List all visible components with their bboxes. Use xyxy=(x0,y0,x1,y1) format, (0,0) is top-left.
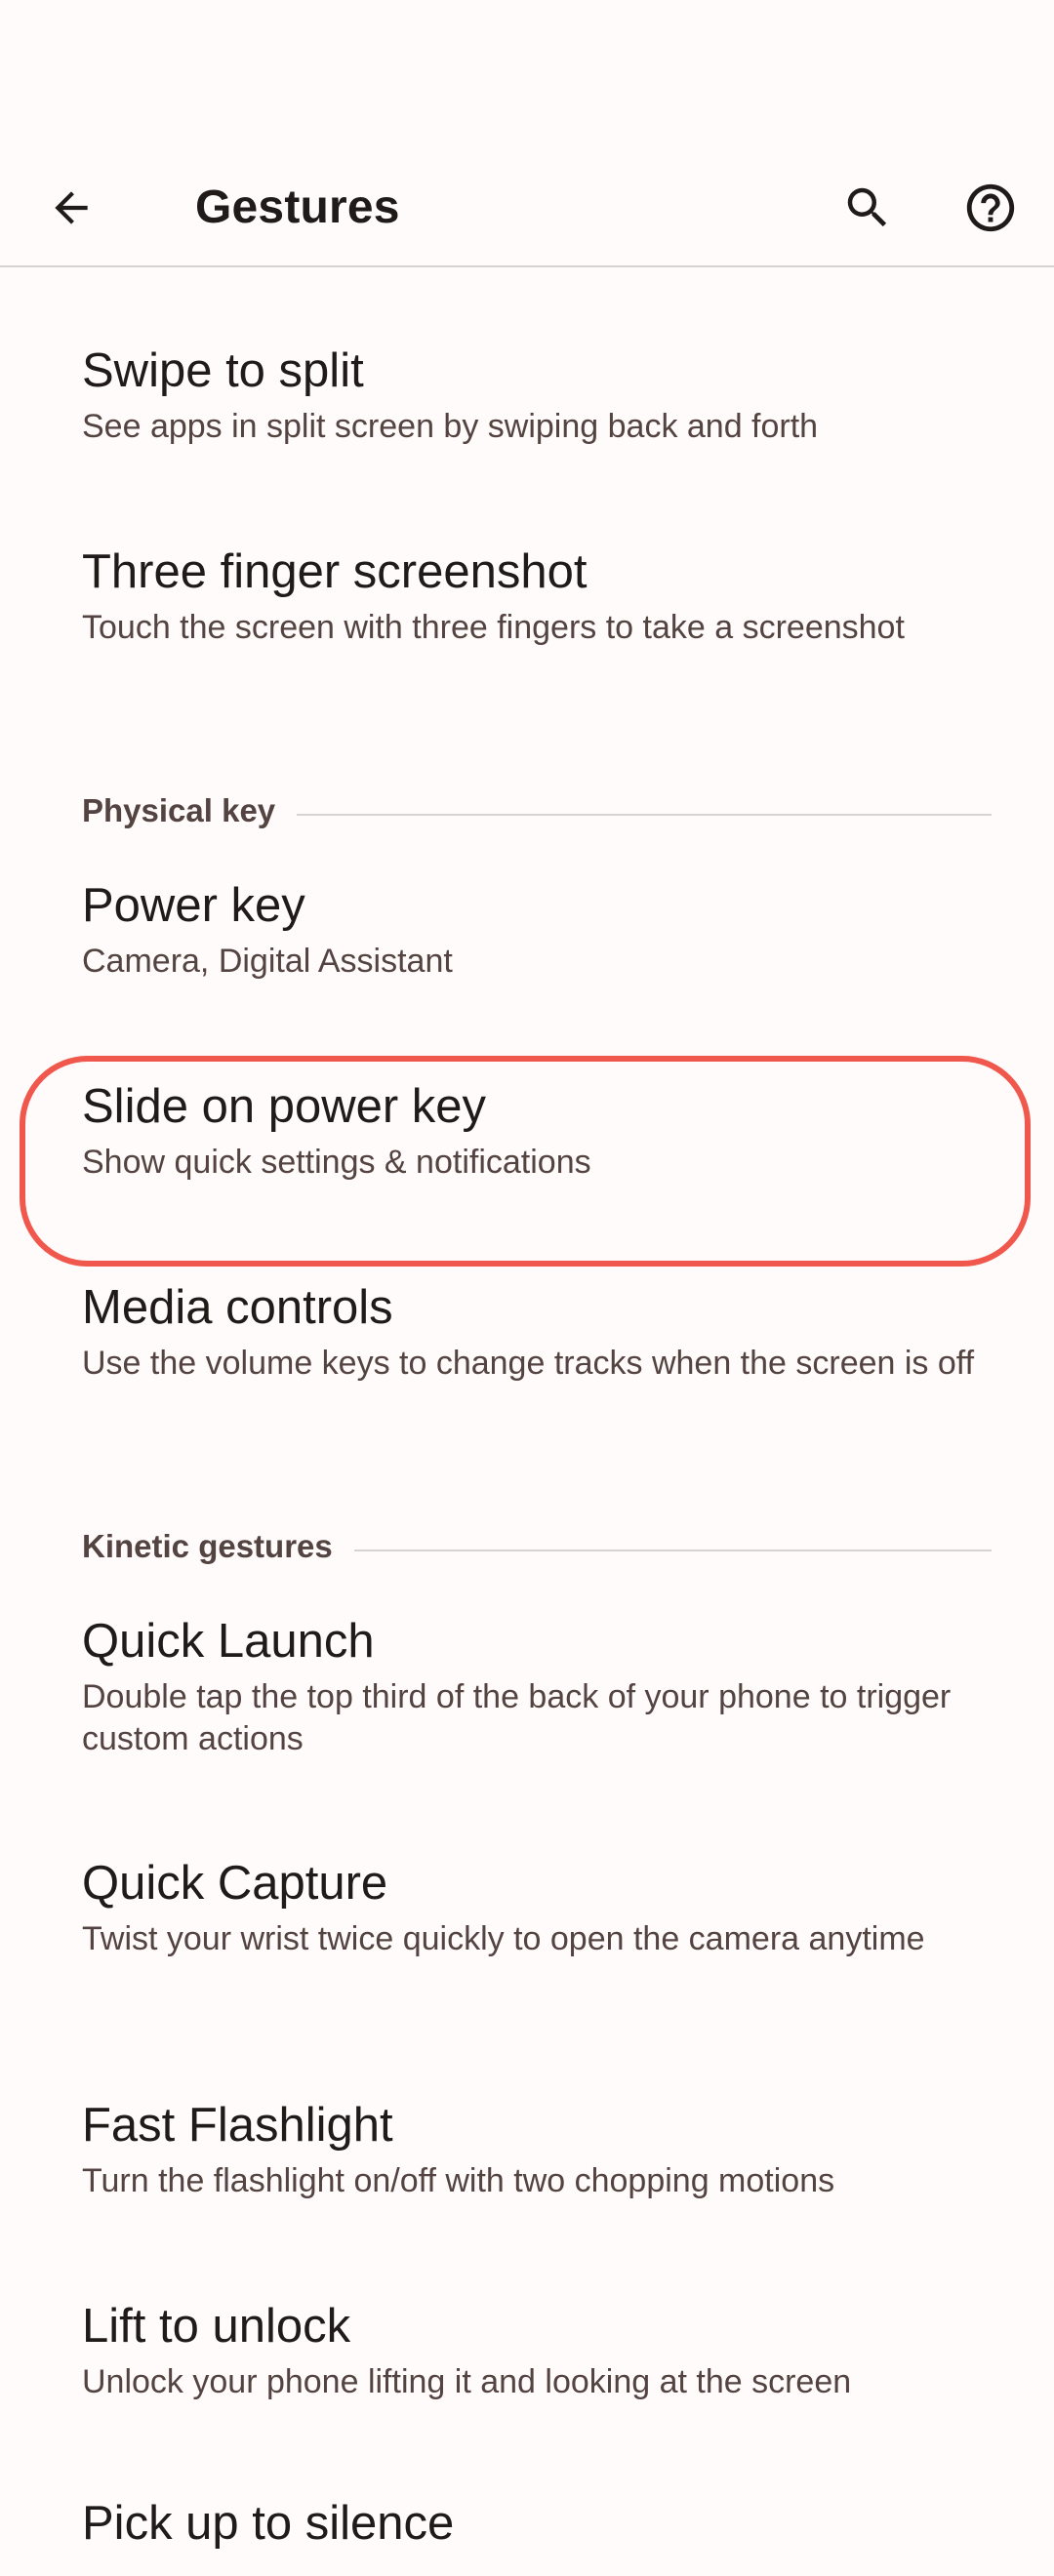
item-subtitle: Double tap the top third of the back of … xyxy=(82,1678,952,1757)
arrow-back-icon xyxy=(55,191,88,224)
item-subtitle: Camera, Digital Assistant xyxy=(82,943,453,980)
section-header-kinetic-gestures: Kinetic gestures xyxy=(0,1520,1054,1579)
item-title: Swipe to split xyxy=(82,344,364,397)
search-icon xyxy=(847,187,887,227)
help-button[interactable] xyxy=(949,166,1033,250)
item-title: Three finger screenshot xyxy=(82,545,588,598)
item-title: Pick up to silence xyxy=(82,2497,455,2550)
section-divider xyxy=(345,1550,992,1551)
list-item-pick-up-to-silence[interactable]: Pick up to silence xyxy=(0,2488,1054,2576)
item-title: Media controls xyxy=(82,1281,393,1334)
item-title: Slide on power key xyxy=(82,1080,487,1133)
section-divider xyxy=(283,814,992,816)
item-subtitle: Use the volume keys to change tracks whe… xyxy=(82,1345,975,1382)
app-bar: Gestures xyxy=(0,137,1054,267)
item-subtitle: Unlock your phone lifting it and looking… xyxy=(82,2363,852,2400)
page-title: Gestures xyxy=(195,181,400,233)
item-subtitle: Show quick settings & notifications xyxy=(82,1144,591,1181)
help-circle-icon xyxy=(966,183,1015,232)
item-title: Power key xyxy=(82,879,305,932)
list-item-quick-capture[interactable]: Quick Capture Twist your wrist twice qui… xyxy=(0,1848,1054,2033)
item-title: Quick Launch xyxy=(82,1615,375,1668)
section-label: Physical key xyxy=(82,792,298,829)
list-item-fast-flashlight[interactable]: Fast Flashlight Turn the flashlight on/o… xyxy=(0,2090,1054,2227)
list-item-media-controls[interactable]: Media controls Use the volume keys to ch… xyxy=(0,1272,1054,1458)
section-header-physical-key: Physical key xyxy=(0,785,1054,843)
list-item-quick-launch[interactable]: Quick Launch Double tap the top third of… xyxy=(0,1606,1054,1791)
item-subtitle: See apps in split screen by swiping back… xyxy=(82,408,819,445)
back-button[interactable] xyxy=(29,166,113,250)
search-button[interactable] xyxy=(826,166,910,250)
status-bar xyxy=(0,0,1054,137)
item-title: Fast Flashlight xyxy=(82,2099,393,2152)
item-title: Lift to unlock xyxy=(82,2300,351,2353)
item-subtitle: Touch the screen with three fingers to t… xyxy=(82,609,905,646)
list-item-swipe-to-split[interactable]: Swipe to split See apps in split screen … xyxy=(0,336,1054,472)
list-item-three-finger-screenshot[interactable]: Three finger screenshot Touch the screen… xyxy=(0,537,1054,722)
list-item-slide-on-power-key[interactable]: Slide on power key Show quick settings &… xyxy=(0,1071,1054,1208)
list-item-lift-to-unlock[interactable]: Lift to unlock Unlock your phone lifting… xyxy=(0,2291,1054,2428)
gestures-settings-screen: Gestures Off Swipe to split See apps in … xyxy=(0,0,1054,2576)
item-subtitle: Turn the flashlight on/off with two chop… xyxy=(82,2162,835,2199)
section-label: Kinetic gestures xyxy=(82,1528,354,1565)
list-item-power-key[interactable]: Power key Camera, Digital Assistant xyxy=(0,870,1054,1007)
item-title: Quick Capture xyxy=(82,1857,388,1910)
item-subtitle: Twist your wrist twice quickly to open t… xyxy=(82,1920,925,1957)
